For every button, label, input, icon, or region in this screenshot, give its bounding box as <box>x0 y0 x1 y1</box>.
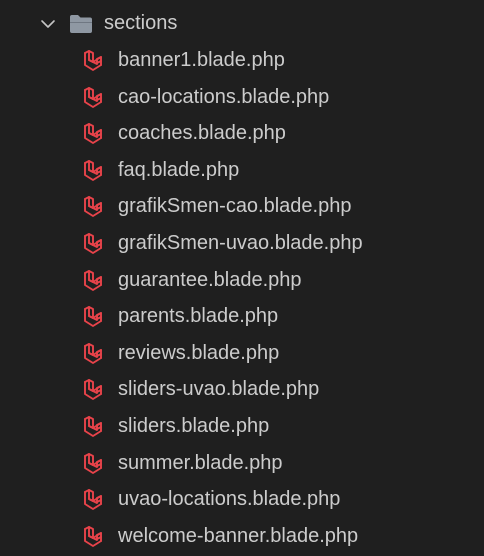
file-explorer-tree: sections banner1.blade.php cao-locations… <box>0 0 484 556</box>
laravel-icon <box>82 342 106 366</box>
laravel-icon <box>82 525 106 549</box>
file-name: faq.blade.php <box>118 158 240 181</box>
file-name: banner1.blade.php <box>118 49 285 71</box>
file-name: summer.blade.php <box>118 451 283 474</box>
file-row[interactable]: welcome-banner.blade.php <box>0 517 484 554</box>
file-row[interactable]: coaches.blade.php <box>0 114 484 151</box>
file-row[interactable]: sliders-uvao.blade.php <box>0 370 484 407</box>
file-row[interactable]: banner1.blade.php <box>0 41 484 78</box>
file-name: grafikSmen-cao.blade.php <box>118 195 352 218</box>
file-name: coaches.blade.php <box>118 122 286 145</box>
file-row[interactable]: cao-locations.blade.php <box>0 78 484 115</box>
file-name: welcome-banner.blade.php <box>118 524 359 547</box>
file-list: banner1.blade.php cao-locations.blade.ph… <box>0 41 484 553</box>
laravel-icon <box>82 415 106 439</box>
file-name: guarantee.blade.php <box>118 268 302 291</box>
file-row[interactable]: grafikSmen-uvao.blade.php <box>0 224 484 261</box>
file-row[interactable]: sliders.blade.php <box>0 407 484 444</box>
laravel-icon <box>82 378 106 402</box>
file-row[interactable]: reviews.blade.php <box>0 334 484 371</box>
laravel-icon <box>82 452 106 476</box>
file-row[interactable]: parents.blade.php <box>0 297 484 334</box>
folder-row-sections[interactable]: sections <box>0 4 484 40</box>
laravel-icon <box>82 269 106 293</box>
folder-open-icon <box>68 13 94 35</box>
laravel-icon <box>82 232 106 256</box>
laravel-icon <box>82 49 106 73</box>
file-name: uvao-locations.blade.php <box>118 488 341 511</box>
file-name: sliders.blade.php <box>118 414 270 437</box>
laravel-icon <box>82 195 106 219</box>
chevron-down-icon[interactable] <box>38 14 58 34</box>
laravel-icon <box>82 305 106 329</box>
file-row[interactable]: summer.blade.php <box>0 444 484 481</box>
file-row[interactable]: grafikSmen-cao.blade.php <box>0 187 484 224</box>
laravel-icon <box>82 488 106 512</box>
folder-name: sections <box>104 12 178 34</box>
file-name: cao-locations.blade.php <box>118 85 330 108</box>
laravel-icon <box>82 122 106 146</box>
file-name: sliders-uvao.blade.php <box>118 378 320 401</box>
file-name: reviews.blade.php <box>118 341 280 364</box>
laravel-icon <box>82 159 106 183</box>
laravel-icon <box>82 86 106 110</box>
file-row[interactable]: uvao-locations.blade.php <box>0 480 484 517</box>
file-name: grafikSmen-uvao.blade.php <box>118 231 363 254</box>
file-name: parents.blade.php <box>118 305 279 328</box>
file-row[interactable]: guarantee.blade.php <box>0 261 484 298</box>
file-row[interactable]: faq.blade.php <box>0 151 484 188</box>
